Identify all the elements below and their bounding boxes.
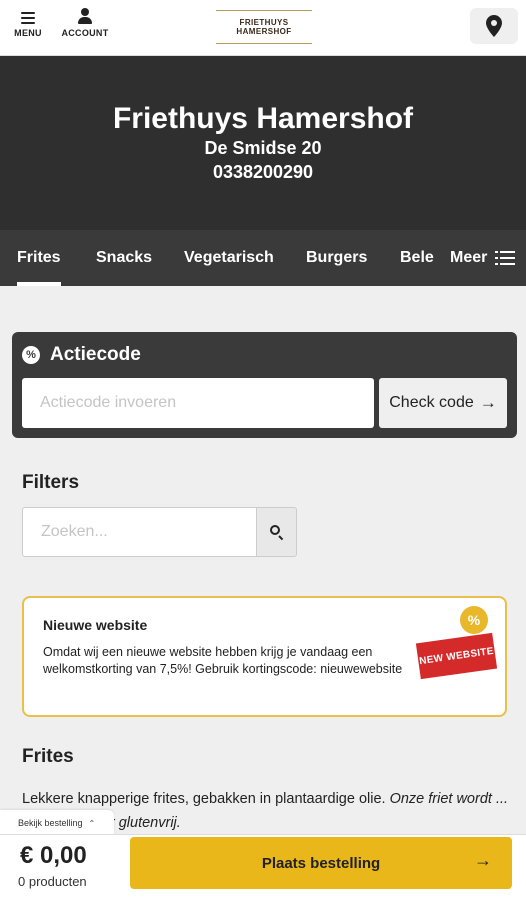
category-nav: Frites Snacks Vegetarisch Burgers Bele M… — [0, 230, 526, 286]
place-order-button[interactable]: Plaats bestelling → — [130, 837, 512, 889]
logo-line-2: HAMERSHOF — [236, 27, 292, 36]
section-desc-plain: Lekkere knapperige frites, gebakken in p… — [22, 791, 390, 807]
search-input[interactable] — [22, 507, 257, 557]
promo-text: Omdat wij een nieuwe website hebben krij… — [43, 645, 403, 676]
check-code-label: Check code — [389, 394, 474, 411]
tab-vegetarisch[interactable]: Vegetarisch — [184, 230, 274, 286]
cart-count: 0 producten — [18, 874, 87, 889]
tab-bele[interactable]: Bele — [400, 230, 434, 286]
view-order-toggle[interactable]: Bekijk bestelling ⌃ — [0, 810, 114, 836]
tab-frites[interactable]: Frites — [17, 230, 61, 286]
top-bar: MENU ACCOUNT FRIETHUYS HAMERSHOF — [0, 0, 526, 56]
percent-icon: % — [22, 346, 40, 364]
actiecode-panel: % Actiecode Check code → — [12, 332, 517, 438]
search-button[interactable] — [256, 507, 297, 557]
promo-title: Nieuwe website — [43, 617, 148, 633]
list-icon — [495, 251, 516, 265]
place-order-label: Plaats bestelling — [261, 854, 381, 872]
tab-burgers[interactable]: Burgers — [306, 230, 367, 286]
search-icon — [269, 525, 284, 541]
logo-line-1: FRIETHUYS — [239, 18, 289, 27]
account-button[interactable]: ACCOUNT — [60, 8, 110, 38]
discount-badge-icon: % — [460, 606, 488, 634]
cart-total: € 0,00 — [20, 842, 87, 869]
hamburger-icon — [21, 12, 35, 24]
arrow-right-icon: → — [479, 393, 497, 412]
check-code-button[interactable]: Check code → — [379, 378, 507, 428]
user-icon — [78, 8, 92, 24]
map-pin-icon — [486, 15, 502, 37]
hero-banner: Friethuys Hamershof De Smidse 20 0338200… — [0, 56, 526, 230]
restaurant-address: De Smidse 20 — [204, 138, 322, 158]
actiecode-header: % Actiecode — [22, 344, 141, 366]
section-title: Frites — [22, 746, 74, 767]
restaurant-name: Friethuys Hamershof — [112, 102, 414, 135]
menu-label: MENU — [14, 28, 42, 38]
filters-title: Filters — [22, 472, 80, 493]
logo[interactable]: FRIETHUYS HAMERSHOF — [216, 10, 312, 44]
more-label: Meer — [450, 249, 488, 266]
actiecode-input[interactable] — [22, 378, 374, 428]
chevron-up-icon: ⌃ — [88, 818, 96, 828]
arrow-right-icon: → — [474, 850, 492, 870]
actiecode-title: Actiecode — [50, 344, 141, 365]
view-order-label: Bekijk bestelling — [18, 818, 83, 828]
more-categories-button[interactable]: Meer — [436, 230, 526, 286]
restaurant-phone: 0338200290 — [212, 162, 314, 182]
menu-button[interactable]: MENU — [12, 8, 44, 38]
account-label: ACCOUNT — [61, 28, 109, 38]
tab-snacks[interactable]: Snacks — [96, 230, 152, 286]
location-button[interactable] — [470, 8, 518, 44]
